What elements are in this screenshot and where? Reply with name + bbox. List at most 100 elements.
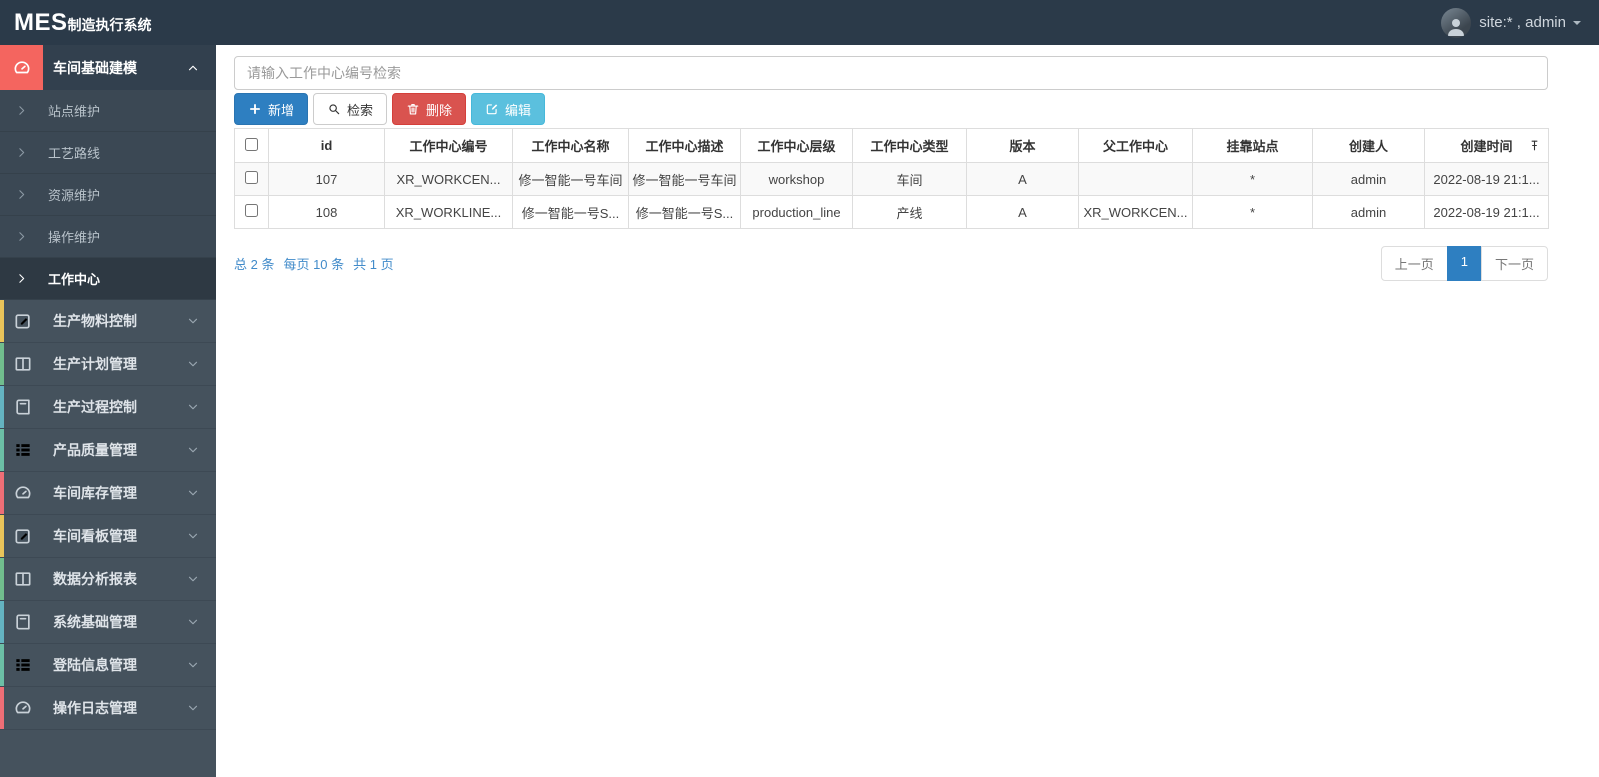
- column-header-creator: 创建人: [1312, 128, 1425, 163]
- cell-level: workshop: [740, 162, 853, 196]
- accent-strip: [0, 429, 4, 471]
- sidebar-item-label: 资源维护: [48, 188, 101, 203]
- cell-site: *: [1192, 195, 1313, 229]
- table-header-row: id 工作中心编号 工作中心名称 工作中心描述 工作中心层级 工作中心类型 版本…: [234, 128, 1549, 163]
- prev-page-button[interactable]: 上一页: [1380, 246, 1448, 281]
- sidebar-item-data-analysis-report[interactable]: 数据分析报表: [0, 558, 216, 601]
- toolbar: 新增 检索 删除 编辑: [234, 93, 1548, 125]
- top-navbar: MES 制造执行系统 site:* , admin: [0, 0, 1599, 45]
- select-all-cell: [234, 128, 269, 163]
- sidebar-item-label: 操作维护: [48, 230, 101, 245]
- cell-description: 修一智能一号车间: [628, 162, 741, 196]
- dashboard-icon: [0, 45, 43, 90]
- accent-strip: [0, 558, 4, 600]
- sidebar-item-site-maintenance[interactable]: 站点维护: [0, 90, 216, 132]
- pagination-summary: 总 2 条每页 10 条共 1 页: [234, 254, 403, 273]
- sidebar-item-workshop-kanban-management[interactable]: 车间看板管理: [0, 515, 216, 558]
- chevron-down-icon: [186, 658, 200, 672]
- work-center-table: id 工作中心编号 工作中心名称 工作中心描述 工作中心层级 工作中心类型 版本…: [234, 128, 1549, 229]
- column-header-site: 挂靠站点: [1192, 128, 1313, 163]
- table-row[interactable]: 107 XR_WORKCEN... 修一智能一号车间 修一智能一号车间 work…: [234, 162, 1549, 196]
- cell-type: 车间: [852, 162, 967, 196]
- search-button-label: 检索: [347, 102, 374, 118]
- pencil-square-icon: [13, 311, 33, 331]
- select-all-checkbox[interactable]: [245, 137, 258, 151]
- accent-strip: [0, 601, 4, 643]
- accent-strip: [0, 300, 4, 342]
- user-label: site:* , admin: [1479, 14, 1566, 31]
- edit-button[interactable]: 编辑: [471, 93, 546, 125]
- cell-id: 107: [268, 162, 385, 196]
- person-icon: [1448, 18, 1465, 36]
- accent-strip: [0, 386, 4, 428]
- user-menu[interactable]: site:* , admin: [1441, 7, 1599, 38]
- sidebar-item-work-center[interactable]: 工作中心: [0, 258, 216, 300]
- column-header-level: 工作中心层级: [740, 128, 853, 163]
- sidebar-item-label: 生产计划管理: [53, 356, 137, 372]
- chevron-right-icon: [19, 190, 25, 199]
- column-header-version: 版本: [966, 128, 1079, 163]
- table-row[interactable]: 108 XR_WORKLINE... 修一智能一号S... 修一智能一号S...…: [234, 195, 1549, 229]
- search-input[interactable]: [234, 56, 1548, 90]
- sidebar-item-workshop-base-modeling[interactable]: 车间基础建模: [0, 45, 216, 90]
- column-header-id: id: [268, 128, 385, 163]
- content-panel: 新增 检索 删除 编辑: [216, 33, 1599, 281]
- sidebar-item-label: 数据分析报表: [53, 571, 137, 587]
- sidebar-item-production-process-control[interactable]: 生产过程控制: [0, 386, 216, 429]
- sidebar-item-label: 生产过程控制: [53, 399, 137, 415]
- book-icon: [13, 397, 33, 417]
- pagination: 上一页 1 下一页: [1380, 246, 1548, 281]
- cell-code: XR_WORKCEN...: [384, 162, 513, 196]
- search-button[interactable]: 检索: [313, 93, 388, 125]
- delete-button[interactable]: 删除: [392, 93, 467, 125]
- summary-per-page: 每页 10 条: [283, 257, 345, 272]
- cell-id: 108: [268, 195, 385, 229]
- pin-icon[interactable]: [1528, 139, 1541, 152]
- add-button[interactable]: 新增: [234, 93, 309, 125]
- sidebar-item-production-plan-management[interactable]: 生产计划管理: [0, 343, 216, 386]
- sidebar-item-product-quality-management[interactable]: 产品质量管理: [0, 429, 216, 472]
- sidebar-item-label: 车间库存管理: [53, 485, 137, 501]
- sidebar-item-resource-maintenance[interactable]: 资源维护: [0, 174, 216, 216]
- accent-strip: [0, 472, 4, 514]
- chevron-down-icon: [186, 486, 200, 500]
- cell-code: XR_WORKLINE...: [384, 195, 513, 229]
- next-page-button[interactable]: 下一页: [1480, 246, 1548, 281]
- cell-version: A: [966, 162, 1079, 196]
- accent-strip: [0, 644, 4, 686]
- sidebar-item-production-material-control[interactable]: 生产物料控制: [0, 300, 216, 343]
- chevron-down-icon: [186, 443, 200, 457]
- cell-name: 修一智能一号S...: [512, 195, 629, 229]
- sidebar-item-operation-maintenance[interactable]: 操作维护: [0, 216, 216, 258]
- cell-creator: admin: [1312, 162, 1425, 196]
- sidebar-item-operation-log-management[interactable]: 操作日志管理: [0, 687, 216, 730]
- column-header-parent: 父工作中心: [1078, 128, 1193, 163]
- chevron-down-icon: [186, 572, 200, 586]
- sidebar-item-login-info-management[interactable]: 登陆信息管理: [0, 644, 216, 687]
- search-icon: [329, 104, 340, 115]
- list-icon: [13, 655, 33, 675]
- accent-strip: [0, 687, 4, 729]
- cell-name: 修一智能一号车间: [512, 162, 629, 196]
- sidebar-item-label: 系统基础管理: [53, 614, 137, 630]
- sidebar-item-process-route[interactable]: 工艺路线: [0, 132, 216, 174]
- sidebar-item-system-base-management[interactable]: 系统基础管理: [0, 601, 216, 644]
- trash-icon: [407, 104, 419, 115]
- chevron-down-icon: [186, 615, 200, 629]
- row-checkbox[interactable]: [245, 204, 258, 217]
- chevron-down-icon: [186, 701, 200, 715]
- summary-pages: 共 1 页: [353, 257, 394, 272]
- sidebar: 车间基础建模 站点维护 工艺路线 资源维护 操作维护 工作中心 生产物料控制 生…: [0, 45, 216, 777]
- row-select-cell: [234, 162, 269, 196]
- cell-creator: admin: [1312, 195, 1425, 229]
- row-checkbox[interactable]: [245, 171, 258, 184]
- chevron-up-icon: [188, 65, 198, 70]
- sidebar-item-label: 站点维护: [48, 104, 101, 119]
- cell-create-time: 2022-08-19 21:1...: [1424, 162, 1549, 196]
- cell-level: production_line: [740, 195, 853, 229]
- sidebar-item-workshop-inventory-management[interactable]: 车间库存管理: [0, 472, 216, 515]
- avatar: [1441, 7, 1472, 38]
- accent-strip: [0, 515, 4, 557]
- book-icon: [13, 612, 33, 632]
- page-1-button[interactable]: 1: [1446, 246, 1482, 281]
